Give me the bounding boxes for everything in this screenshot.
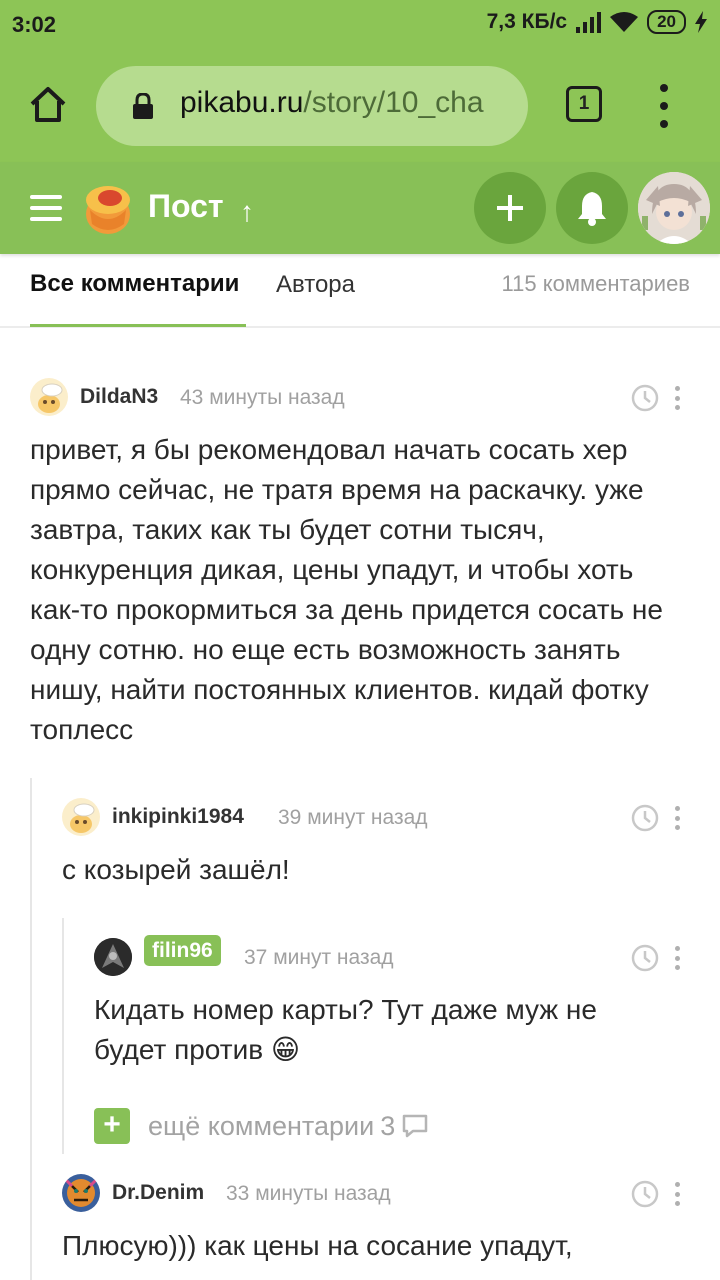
comment-author[interactable]: filin96 (144, 935, 221, 966)
clock-icon[interactable] (630, 943, 660, 973)
page-title: Пост (148, 188, 224, 224)
more-comments-count: 3 (380, 1110, 396, 1141)
url-text[interactable]: pikabu.ru/story/10_cha (180, 86, 510, 120)
battery-indicator: 20 (647, 10, 686, 34)
tabs-button[interactable]: 1 (566, 86, 602, 122)
user-avatar[interactable] (638, 172, 710, 244)
comment-text: Плюсую))) как цены на сосание упадут, (62, 1230, 573, 1261)
charging-icon (695, 11, 707, 33)
bell-icon (578, 192, 606, 226)
comment-item: inkipinki1984 39 минут назад с козырей з… (62, 798, 690, 890)
plus-icon (497, 195, 523, 221)
avatar[interactable] (62, 798, 100, 836)
clock-icon[interactable] (630, 383, 660, 413)
pikabu-logo-icon[interactable] (80, 180, 136, 236)
comment-menu-icon[interactable] (675, 806, 681, 830)
tab-all-comments[interactable]: Все комментарии (30, 270, 239, 298)
site-header: Пост ↑ (0, 162, 720, 254)
status-indicators: 7,3 КБ/с 20 (487, 10, 708, 34)
home-icon[interactable] (26, 82, 70, 126)
dark-avatar-icon (94, 938, 132, 976)
comment-time: 33 минуты назад (226, 1182, 391, 1205)
comment-author[interactable]: inkipinki1984 (112, 805, 244, 829)
browser-toolbar: pikabu.ru/story/10_cha 1 (0, 52, 720, 162)
add-post-button[interactable] (474, 172, 546, 244)
comment-text: с козырей зашёл! (62, 854, 290, 885)
hamburger-menu-icon[interactable] (30, 195, 62, 221)
comment-author[interactable]: Dr.Denim (112, 1181, 204, 1205)
network-speed: 7,3 КБ/с (486, 10, 568, 33)
avatar[interactable] (94, 938, 132, 976)
scroll-up-icon[interactable]: ↑ (240, 196, 254, 228)
wifi-icon (610, 12, 639, 32)
browser-menu-icon[interactable] (652, 84, 676, 128)
address-bar[interactable]: pikabu.ru/story/10_cha (96, 66, 528, 146)
comment-text: привет, я бы рекомендовал начать сосать … (30, 434, 663, 745)
status-bar: 3:02 7,3 КБ/с 20 (0, 0, 720, 52)
comment-time: 43 минуты назад (180, 386, 345, 409)
comment-text: Кидать номер карты? Тут даже муж не буде… (94, 994, 597, 1065)
anime-avatar-image (638, 172, 710, 244)
comment-header: inkipinki1984 39 минут назад (62, 798, 690, 838)
more-comments-button[interactable]: + ещё комментарии 3 (94, 1108, 429, 1144)
more-comments-label[interactable]: ещё комментарии (148, 1111, 374, 1142)
expand-plus-icon[interactable]: + (94, 1108, 130, 1144)
lock-icon (133, 93, 153, 119)
comment-header: filin96 37 минут назад (94, 935, 690, 978)
url-domain: pikabu.ru (180, 86, 304, 119)
comment-menu-icon[interactable] (675, 946, 681, 970)
clock-icon[interactable] (630, 803, 660, 833)
comment-item: filin96 37 минут назад Кидать номер карт… (94, 935, 690, 1070)
notifications-button[interactable] (556, 172, 628, 244)
tiger-avatar-icon (62, 1174, 100, 1212)
avatar[interactable] (30, 378, 68, 416)
comment-menu-icon[interactable] (675, 1182, 681, 1206)
default-avatar-icon (30, 378, 68, 416)
comment-time: 39 минут назад (278, 806, 428, 829)
avatar[interactable] (62, 1174, 100, 1212)
comment-time: 37 минут назад (244, 946, 394, 969)
comment-author[interactable]: DildaN3 (80, 385, 158, 409)
default-avatar-icon (62, 798, 100, 836)
clock-icon[interactable] (630, 1179, 660, 1209)
comment-item: Dr.Denim 33 минуты назад Плюсую))) как ц… (62, 1174, 690, 1266)
author-badge: filin96 (144, 935, 221, 966)
thread-line (30, 778, 32, 1280)
comments-count: 115 комментариев (501, 271, 690, 296)
comment-header: DildaN3 43 минуты назад (30, 378, 690, 418)
comment-header: Dr.Denim 33 минуты назад (62, 1174, 690, 1214)
url-path: /story/10_cha (303, 86, 484, 119)
comment-menu-icon[interactable] (675, 386, 681, 410)
status-time: 3:02 (12, 12, 57, 37)
active-tab-indicator (30, 324, 246, 327)
comment-item: DildaN3 43 минуты назад привет, я бы рек… (30, 378, 690, 750)
comments-tabs: Все комментарии Автора 115 комментариев (0, 254, 720, 328)
speech-bubble-icon (402, 1114, 428, 1138)
signal-icon (576, 12, 602, 33)
thread-line (62, 918, 64, 1154)
tab-author-comments[interactable]: Автора (276, 271, 355, 299)
